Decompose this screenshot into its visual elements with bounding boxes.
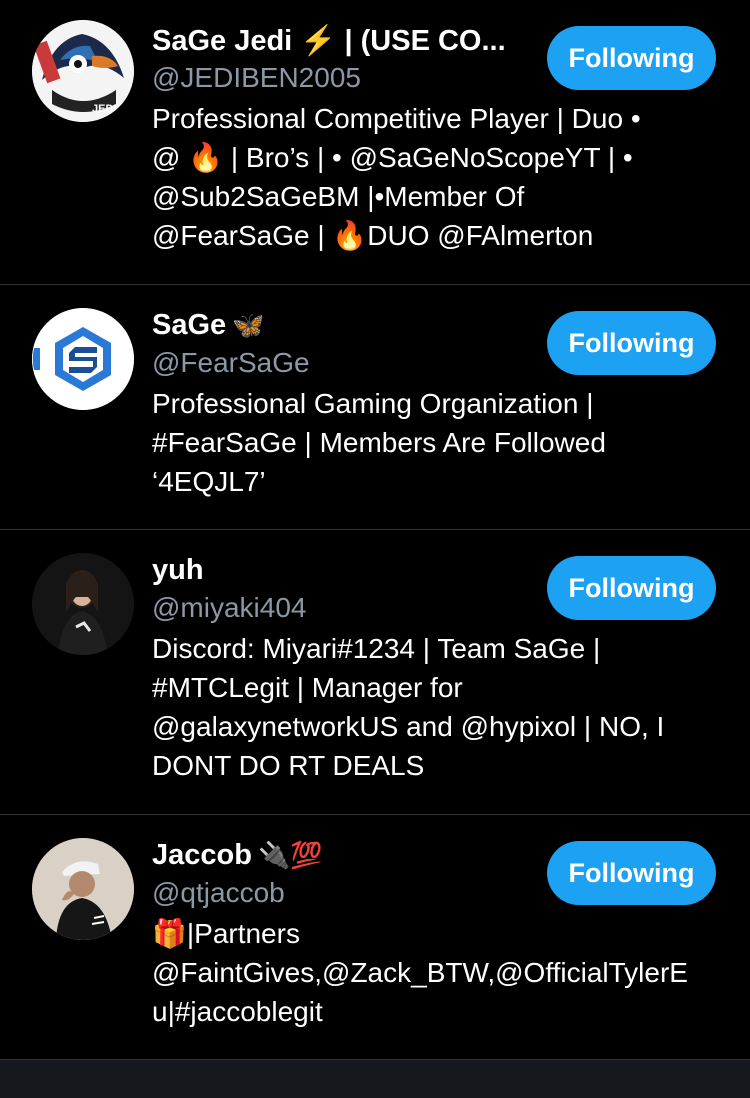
display-name-text: SaGe: [152, 309, 227, 341]
bio-line: Professional Gaming Organization |: [152, 388, 594, 419]
user-bio: 🎁|Partners @FaintGives,@Zack_BTW,@Offici…: [152, 914, 727, 1031]
following-button[interactable]: Following: [547, 841, 716, 905]
following-button[interactable]: Following: [547, 311, 716, 375]
person-photo-avatar-icon: [32, 838, 134, 940]
display-name-text: SaGe Jedi ⚡️ | (USE CO...: [152, 25, 506, 57]
avatar[interactable]: [32, 308, 134, 410]
following-button[interactable]: Following: [547, 26, 716, 90]
bio-line: @FaintGives,@Zack_BTW,@OfficialTylerE: [152, 957, 688, 988]
bio-line: 🎁|Partners: [152, 918, 300, 949]
bio-line: u|#jaccoblegit: [152, 996, 323, 1027]
bottom-bar: [0, 1060, 750, 1098]
following-list: JEDI SaGe Jedi ⚡️ | (USE CO... @JEDIBEN2…: [0, 0, 750, 1098]
sage-logo-avatar-icon: [32, 308, 134, 410]
user-bio: Professional Competitive Player | Duo • …: [152, 99, 727, 255]
user-handle: @qtjaccob: [152, 877, 285, 908]
user-handle: @JEDIBEN2005: [152, 62, 361, 93]
avatar-label: JEDI: [92, 103, 116, 115]
display-name[interactable]: yuh: [152, 554, 204, 587]
display-name[interactable]: SaGe Jedi ⚡️ | (USE CO...: [152, 24, 506, 58]
bio-line: ‘4EQJL7’: [152, 466, 266, 497]
avatar[interactable]: [32, 838, 134, 940]
bio-line: @galaxynetworkUS and @hypixol | NO, I: [152, 711, 665, 742]
bio-line: @Sub2SaGeBM |•Member Of: [152, 181, 525, 212]
display-name[interactable]: SaGe 🦋: [152, 309, 265, 342]
bio-line: Discord: Miyari#1234 | Team SaGe |: [152, 633, 601, 664]
display-name[interactable]: Jaccob 🔌💯: [152, 839, 323, 872]
following-button[interactable]: Following: [547, 556, 716, 620]
user-row[interactable]: Jaccob 🔌💯 @qtjaccob 🎁|Partners @FaintGiv…: [0, 815, 750, 1060]
bio-line: #FearSaGe | Members Are Followed: [152, 427, 606, 458]
avatar[interactable]: JEDI: [32, 20, 134, 122]
display-name-text: Jaccob: [152, 839, 252, 871]
bio-line: DONT DO RT DEALS: [152, 750, 425, 781]
bio-line: Professional Competitive Player | Duo •: [152, 103, 641, 134]
fox-jedi-avatar-icon: JEDI: [32, 20, 134, 122]
bio-line: @ 🔥 | Bro’s | • @SaGeNoScopeYT | •: [152, 142, 633, 173]
user-row[interactable]: SaGe 🦋 @FearSaGe Professional Gaming Org…: [0, 285, 750, 530]
display-name-text: yuh: [152, 554, 204, 586]
butterfly-icon: 🦋: [232, 310, 265, 340]
user-handle: @miyaki404: [152, 592, 307, 623]
user-row[interactable]: yuh @miyaki404 Discord: Miyari#1234 | Te…: [0, 530, 750, 815]
plug-and-hundred-icon: 🔌💯: [257, 840, 323, 870]
bio-line: #MTCLegit | Manager for: [152, 672, 463, 703]
user-handle: @FearSaGe: [152, 347, 310, 378]
user-bio: Discord: Miyari#1234 | Team SaGe | #MTCL…: [152, 629, 727, 785]
user-bio: Professional Gaming Organization | #Fear…: [152, 384, 727, 501]
person-photo-avatar-icon: [32, 553, 134, 655]
avatar[interactable]: [32, 553, 134, 655]
bio-line: @FearSaGe | 🔥DUO @FAlmerton: [152, 220, 594, 251]
user-row[interactable]: JEDI SaGe Jedi ⚡️ | (USE CO... @JEDIBEN2…: [0, 0, 750, 285]
